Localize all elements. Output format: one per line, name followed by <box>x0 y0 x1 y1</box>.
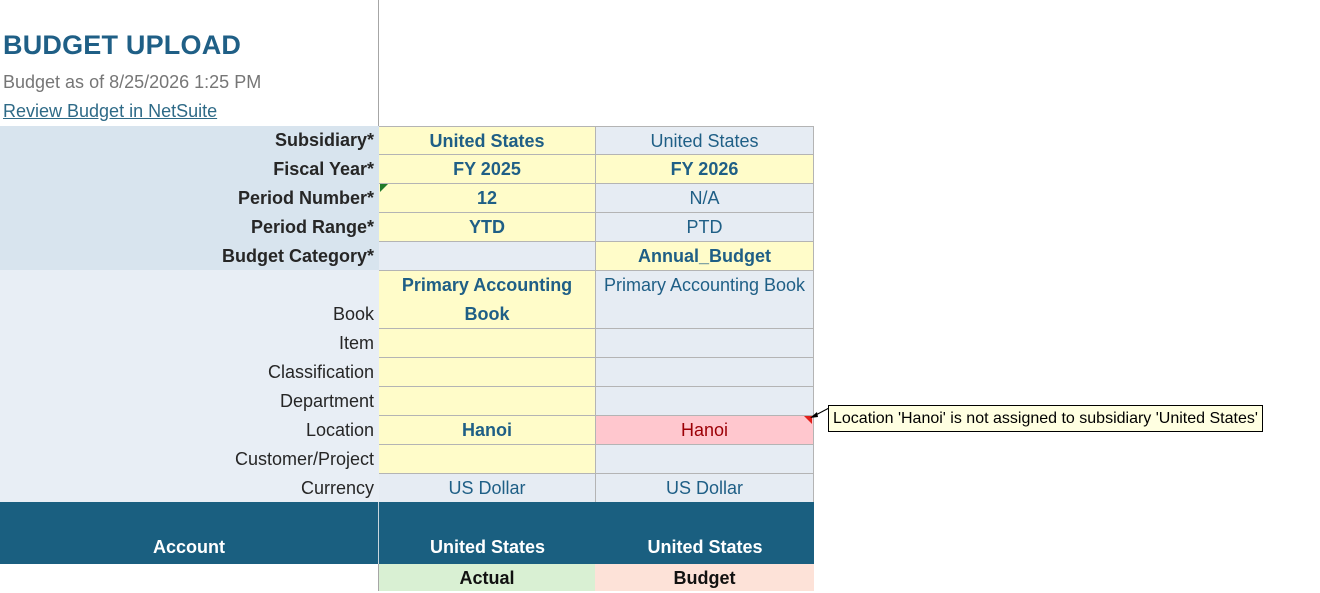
budget-category-cell-2[interactable]: Annual_Budget <box>596 242 814 271</box>
location-cell-1[interactable]: Hanoi <box>379 416 596 445</box>
comment-arrow-icon <box>810 407 830 418</box>
actual-type-cell[interactable]: Actual <box>379 564 595 591</box>
col2-subsidiary-header[interactable]: United States <box>596 537 814 558</box>
currency-label: Currency <box>300 478 374 498</box>
review-budget-link[interactable]: Review Budget in NetSuite <box>3 101 217 122</box>
item-cell-1[interactable] <box>379 329 596 358</box>
item-label: Item <box>338 333 374 353</box>
book-label: Book <box>332 304 374 324</box>
currency-cell-1[interactable]: US Dollar <box>379 474 596 503</box>
period-number-cell-2[interactable]: N/A <box>596 184 814 213</box>
classification-cell-2[interactable] <box>596 358 814 387</box>
period-range-label: Period Range* <box>250 217 374 237</box>
period-number-label: Period Number* <box>237 188 374 208</box>
department-cell-2[interactable] <box>596 387 814 416</box>
subsidiary-cell-2[interactable]: United States <box>596 126 814 155</box>
budget-as-of-text: Budget as of 8/25/2026 1:25 PM <box>3 72 262 92</box>
department-cell-1[interactable] <box>379 387 596 416</box>
budget-type-cell[interactable]: Budget <box>595 564 814 591</box>
fiscal-year-label: Fiscal Year* <box>273 159 374 179</box>
fiscal-year-cell-1[interactable]: FY 2025 <box>379 155 596 184</box>
classification-cell-1[interactable] <box>379 358 596 387</box>
location-label: Location <box>305 420 374 440</box>
currency-cell-2[interactable]: US Dollar <box>596 474 814 503</box>
book-cell-1[interactable]: Primary Accounting Book <box>379 271 596 329</box>
subsidiary-label: Subsidiary* <box>274 130 374 150</box>
validation-comment: Location 'Hanoi' is not assigned to subs… <box>828 405 1263 432</box>
account-header[interactable]: Account <box>0 537 378 558</box>
department-label: Department <box>279 391 374 411</box>
period-number-cell-1[interactable]: 12 <box>379 184 596 213</box>
book-cell-2[interactable]: Primary Accounting Book <box>596 271 814 329</box>
column-divider <box>378 0 379 126</box>
customer-project-label: Customer/Project <box>234 449 374 469</box>
subsidiary-cell-1[interactable]: United States <box>379 126 596 155</box>
location-cell-2-error[interactable]: Hanoi <box>596 416 814 445</box>
col1-subsidiary-header[interactable]: United States <box>379 537 596 558</box>
page-title: BUDGET UPLOAD <box>3 30 242 60</box>
customer-project-cell-1[interactable] <box>379 445 596 474</box>
item-cell-2[interactable] <box>596 329 814 358</box>
customer-project-cell-2[interactable] <box>596 445 814 474</box>
fiscal-year-cell-2[interactable]: FY 2026 <box>596 155 814 184</box>
budget-category-cell-1[interactable] <box>379 242 596 271</box>
classification-label: Classification <box>267 362 374 382</box>
budget-category-label: Budget Category* <box>221 246 374 266</box>
period-range-cell-1[interactable]: YTD <box>379 213 596 242</box>
period-range-cell-2[interactable]: PTD <box>596 213 814 242</box>
error-check-indicator-icon[interactable] <box>380 184 388 192</box>
